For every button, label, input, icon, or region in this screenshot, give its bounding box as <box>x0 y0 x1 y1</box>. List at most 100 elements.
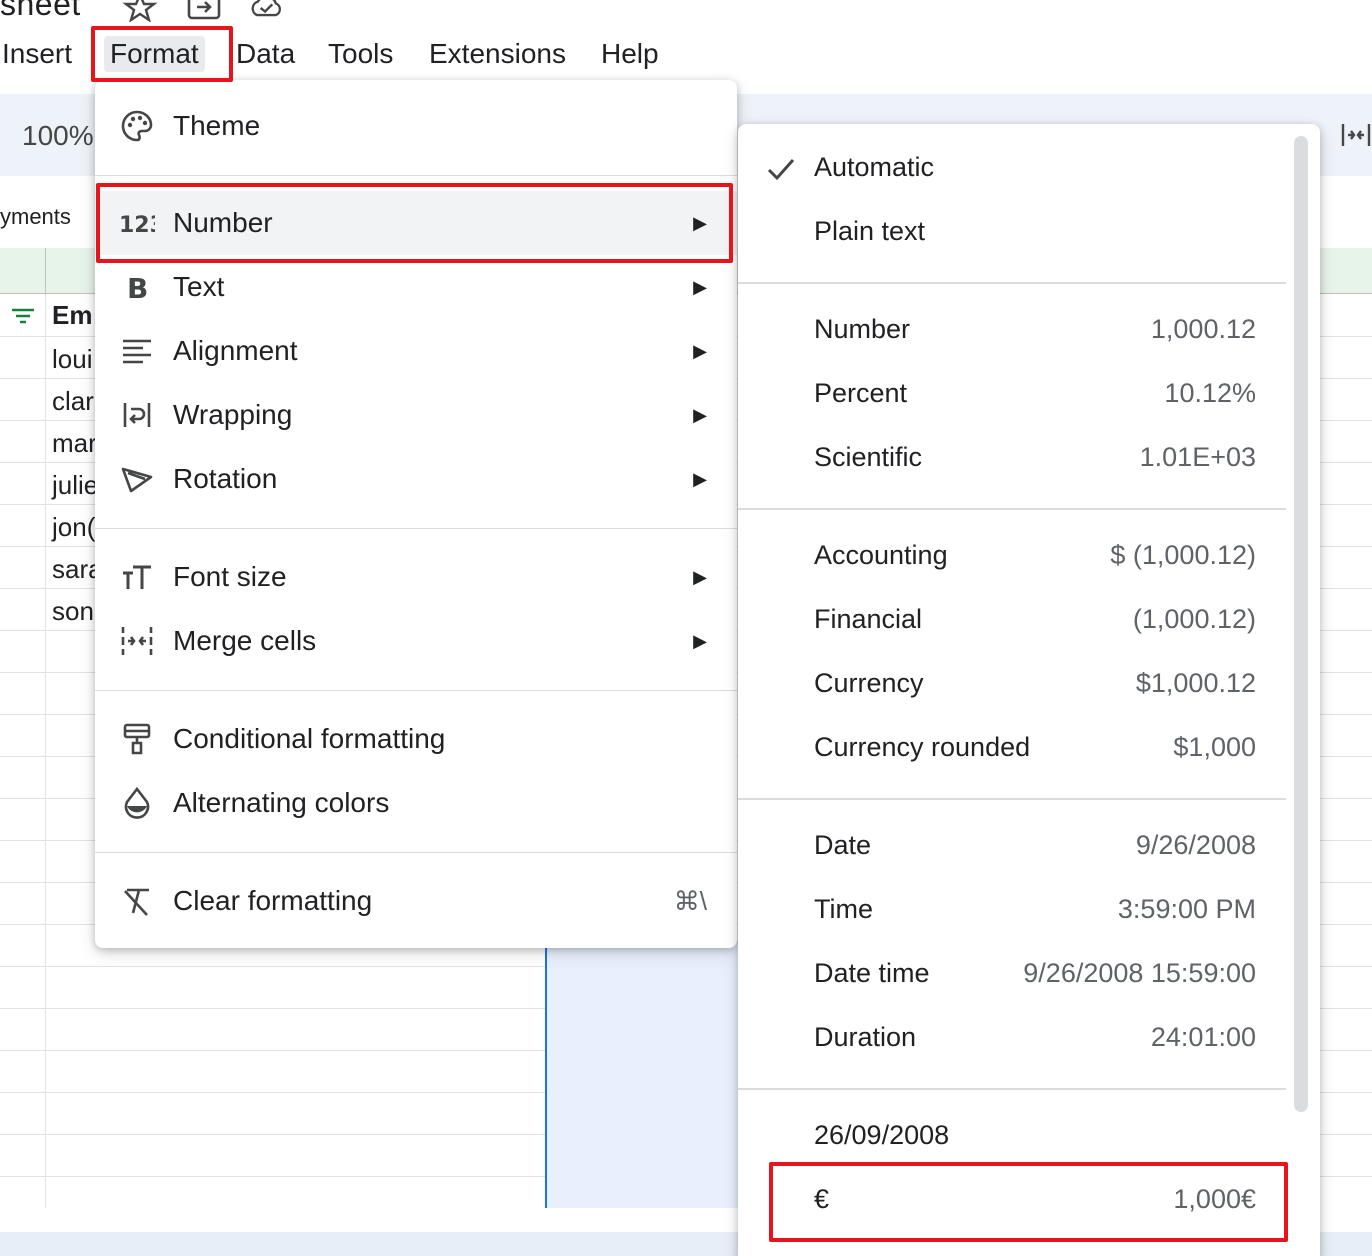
zoom-select[interactable]: 100% <box>22 120 94 152</box>
cell-row-7[interactable]: son <box>52 596 94 627</box>
number-format-example: 1.01E+03 <box>1139 442 1256 472</box>
format-menu-merge-cells[interactable]: Merge cells ▶ <box>95 609 737 673</box>
cell-row-5[interactable]: jon( <box>52 512 95 543</box>
move-to-folder-icon[interactable] <box>186 0 222 22</box>
selected-column <box>545 940 745 1208</box>
number-format-date[interactable]: Date 9/26/2008 <box>738 816 1294 880</box>
number-format-duration[interactable]: Duration 24:01:00 <box>738 1008 1294 1072</box>
clear-format-icon <box>124 888 149 916</box>
format-menu-alignment[interactable]: Alignment ▶ <box>95 319 737 383</box>
number-format-example: 1,000.12 <box>1150 314 1256 344</box>
number-format-label: Automatic <box>814 152 935 182</box>
number-format-currency[interactable]: Currency $1,000.12 <box>738 654 1294 718</box>
number-format-example: 9/26/2008 15:59:00 <box>1023 958 1256 988</box>
format-menu-label: Alignment <box>173 335 298 366</box>
menu-help[interactable]: Help <box>595 36 665 72</box>
number-format-number[interactable]: Number 1,000.12 <box>738 300 1294 364</box>
merge-toolbar-icon[interactable] <box>1340 120 1372 150</box>
format-menu-clear-formatting[interactable]: Clear formatting ⌘\ <box>95 869 737 933</box>
rotation-icon <box>121 467 153 493</box>
number-format-label: Currency rounded <box>814 732 1031 762</box>
number-format-example: 1,000€ <box>1173 1184 1256 1214</box>
font-size-icon <box>123 565 151 589</box>
format-menu-label: Rotation <box>173 463 278 494</box>
cell-row-3[interactable]: mar <box>52 428 97 459</box>
submenu-scrollbar[interactable] <box>1294 136 1308 1112</box>
number-format-automatic[interactable]: Automatic <box>738 138 1294 202</box>
number-format-euro[interactable]: € 1,000€ <box>738 1170 1294 1234</box>
submenu-arrow-icon: ▶ <box>693 404 707 425</box>
number-format-example: $1,000 <box>1173 732 1256 762</box>
menu-data[interactable]: Data <box>230 36 301 72</box>
cell-row-2[interactable]: clar <box>52 386 94 417</box>
format-menu-label: Alternating colors <box>173 787 390 818</box>
header-cell[interactable]: Em <box>52 300 92 331</box>
svg-text:123: 123 <box>119 213 155 238</box>
number-format-label: Percent <box>814 378 908 408</box>
star-icon[interactable] <box>122 0 158 22</box>
sheet-tab-label[interactable]: yments <box>0 204 71 230</box>
format-menu-wrapping[interactable]: Wrapping ▶ <box>95 383 737 447</box>
number-format-example: $ (1,000.12) <box>1110 540 1256 570</box>
number-format-percent[interactable]: Percent 10.12% <box>738 364 1294 428</box>
number-format-currency-rounded[interactable]: Currency rounded $1,000 <box>738 718 1294 782</box>
format-menu-alternating-colors[interactable]: Alternating colors <box>95 771 737 835</box>
svg-text:B: B <box>127 272 148 305</box>
number-format-label: Scientific <box>814 442 923 472</box>
drop-icon <box>124 786 150 819</box>
submenu-arrow-icon: ▶ <box>693 276 707 297</box>
submenu-arrow-icon: ▶ <box>693 630 707 651</box>
bold-icon: B <box>127 272 148 305</box>
number-format-example: 10.12% <box>1164 378 1256 408</box>
menubar: Insert Format Data Tools Extensions Help <box>0 30 1372 82</box>
menu-format[interactable]: Format <box>104 36 205 72</box>
number-format-time[interactable]: Time 3:59:00 PM <box>738 880 1294 944</box>
number-format-plain-text[interactable]: Plain text <box>738 202 1294 266</box>
number-format-label: Time <box>814 894 873 924</box>
format-menu: Theme 123 Number ▶ B Text ▶ Alignment ▶ … <box>95 80 737 948</box>
menu-insert[interactable]: Insert <box>0 36 78 72</box>
number-format-icon: 123 <box>119 213 155 238</box>
number-format-label: € <box>814 1184 830 1214</box>
format-menu-theme[interactable]: Theme <box>95 94 737 158</box>
format-menu-text[interactable]: B Text ▶ <box>95 255 737 319</box>
format-menu-label: Merge cells <box>173 625 317 656</box>
filter-icon[interactable] <box>10 306 36 326</box>
number-format-label: Duration <box>814 1022 917 1052</box>
number-format-example: 3:59:00 PM <box>1117 894 1256 924</box>
number-format-date-time[interactable]: Date time 9/26/2008 15:59:00 <box>738 944 1294 1008</box>
number-format-label: Currency <box>814 668 924 698</box>
format-menu-rotation[interactable]: Rotation ▶ <box>95 447 737 511</box>
number-format-label: Financial <box>814 604 923 634</box>
number-format-example: (1,000.12) <box>1132 604 1256 634</box>
format-menu-label: Number <box>173 207 273 238</box>
format-menu-label: Text <box>173 271 225 302</box>
checkmark-icon <box>767 159 795 181</box>
menu-tools[interactable]: Tools <box>322 36 399 72</box>
menu-extensions[interactable]: Extensions <box>423 36 572 72</box>
number-format-example: 24:01:00 <box>1150 1022 1256 1052</box>
align-left-icon <box>123 339 151 364</box>
cell-row-1[interactable]: loui <box>52 344 92 375</box>
merge-cells-icon <box>121 627 153 655</box>
format-menu-label: Theme <box>173 110 261 141</box>
format-menu-number[interactable]: 123 Number ▶ <box>95 191 737 255</box>
submenu-arrow-icon: ▶ <box>693 340 707 361</box>
number-format-example: $1,000.12 <box>1135 668 1256 698</box>
number-format-label: Plain text <box>814 216 926 246</box>
format-menu-conditional-formatting[interactable]: Conditional formatting <box>95 707 737 771</box>
submenu-arrow-icon: ▶ <box>693 468 707 489</box>
format-menu-label: Conditional formatting <box>173 723 446 754</box>
number-format-custom-date[interactable]: 26/09/2008 <box>738 1106 1294 1170</box>
wrap-icon <box>123 403 151 427</box>
format-menu-font-size[interactable]: Font size ▶ <box>95 545 737 609</box>
cell-row-4[interactable]: julie <box>52 470 98 501</box>
cloud-saved-icon[interactable] <box>248 0 284 22</box>
number-format-scientific[interactable]: Scientific 1.01E+03 <box>738 428 1294 492</box>
clear-formatting-shortcut: ⌘\ <box>673 885 707 916</box>
document-title[interactable]: sheet <box>0 0 81 23</box>
number-format-submenu: Automatic Plain text Number 1,000.12 Per… <box>738 124 1320 1256</box>
format-menu-label: Font size <box>173 561 287 592</box>
number-format-financial[interactable]: Financial (1,000.12) <box>738 590 1294 654</box>
number-format-accounting[interactable]: Accounting $ (1,000.12) <box>738 526 1294 590</box>
